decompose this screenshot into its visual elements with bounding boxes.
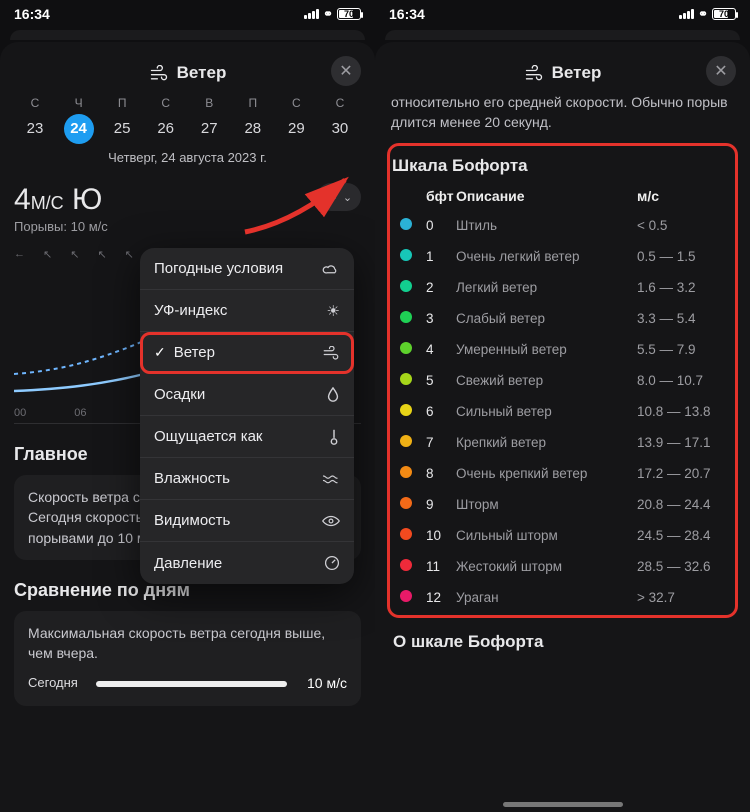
beaufort-dot	[400, 373, 412, 385]
gauge-icon	[324, 555, 340, 571]
dropdown-item-waves[interactable]: Влажность	[140, 458, 354, 500]
chart-xlabel: 00	[14, 407, 26, 419]
beaufort-title: Шкала Бофорта	[392, 156, 733, 176]
gust-info-text: относительно его средней скорости. Обычн…	[389, 90, 736, 143]
eye-icon	[322, 515, 340, 527]
beaufort-dot	[400, 404, 412, 416]
close-button[interactable]: ✕	[706, 56, 736, 86]
beaufort-row-6: 6Сильный ветер10.8 — 13.8	[392, 396, 733, 427]
day-30[interactable]: С30	[321, 96, 359, 144]
dropdown-item-drop[interactable]: Осадки	[140, 374, 354, 416]
dropdown-item-gauge[interactable]: Давление	[140, 542, 354, 584]
beaufort-dot	[400, 311, 412, 323]
compare-card: Максимальная скорость ветра сегодня выше…	[14, 611, 361, 706]
signal-icon	[304, 9, 319, 19]
battery-icon: 70	[712, 8, 736, 20]
day-27[interactable]: В27	[190, 96, 228, 144]
day-23[interactable]: С23	[16, 96, 54, 144]
waves-icon	[322, 472, 340, 486]
dropdown-item-therm[interactable]: Ощущается как	[140, 416, 354, 458]
status-time: 16:34	[14, 6, 50, 22]
beaufort-dot	[400, 466, 412, 478]
day-25[interactable]: П25	[103, 96, 141, 144]
beaufort-header-row: бфт Описание м/с	[392, 182, 733, 210]
compare-today-value: 10 м/с	[297, 673, 347, 693]
dropdown-item-eye[interactable]: Видимость	[140, 500, 354, 542]
beaufort-dot	[400, 218, 412, 230]
day-24[interactable]: Ч24	[60, 96, 98, 144]
beaufort-dot	[400, 280, 412, 292]
beaufort-row-2: 2Легкий ветер1.6 — 3.2	[392, 272, 733, 303]
beaufort-row-11: 11Жестокий шторм28.5 — 32.6	[392, 551, 733, 582]
status-time: 16:34	[389, 6, 425, 22]
beaufort-dot	[400, 528, 412, 540]
link-icon: ⚭	[323, 7, 333, 21]
metric-picker-button[interactable]: ⌄	[317, 183, 361, 211]
beaufort-row-1: 1Очень легкий ветер0.5 — 1.5	[392, 241, 733, 272]
sun-icon: ☀︎	[327, 302, 340, 320]
about-beaufort-title: О шкале Бофорта	[393, 632, 732, 652]
page-title: Ветер	[149, 63, 227, 83]
beaufort-row-7: 7Крепкий ветер13.9 — 17.1	[392, 427, 733, 458]
beaufort-dot	[400, 249, 412, 261]
beaufort-dot	[400, 342, 412, 354]
status-bar: 16:34 ⚭ 70	[0, 0, 375, 26]
day-29[interactable]: С29	[277, 96, 315, 144]
day-28[interactable]: П28	[234, 96, 272, 144]
beaufort-row-0: 0Штиль< 0.5	[392, 210, 733, 241]
wind-direction-arrows: ←↖↖↖↖	[14, 248, 134, 261]
therm-icon	[328, 428, 340, 446]
beaufort-section-highlight: Шкала Бофорта бфт Описание м/с 0Штиль< 0…	[387, 143, 738, 618]
check-icon: ✓	[154, 344, 166, 361]
status-bar: 16:34 ⚭ 70	[375, 0, 750, 26]
battery-icon: 70	[337, 8, 361, 20]
beaufort-row-10: 10Сильный шторм24.5 — 28.4	[392, 520, 733, 551]
gust-label: Порывы: 10 м/с	[14, 219, 108, 234]
beaufort-row-5: 5Свежий ветер8.0 — 10.7	[392, 365, 733, 396]
metric-dropdown[interactable]: Погодные условияУФ-индекс☀︎✓ВетерОсадкиО…	[140, 248, 354, 584]
signal-icon	[679, 9, 694, 19]
beaufort-dot	[400, 559, 412, 571]
drop-icon	[326, 387, 340, 403]
wind-icon	[149, 65, 169, 81]
compare-bar	[96, 681, 287, 687]
dropdown-item-cloud[interactable]: Погодные условия	[140, 248, 354, 290]
dropdown-item-sun[interactable]: УФ-индекс☀︎	[140, 290, 354, 332]
phone-left: 16:34 ⚭ 70 Ветер ✕ С23Ч24П25С26В27П28С29…	[0, 0, 375, 812]
beaufort-dot	[400, 497, 412, 509]
page-title: Ветер	[524, 63, 602, 83]
wind-reading: 4М/С Ю	[14, 183, 108, 217]
wind-icon	[524, 65, 544, 81]
phone-right: 16:34 ⚭ 70 Ветер ✕ относительно его сред…	[375, 0, 750, 812]
compare-today-label: Сегодня	[28, 674, 86, 693]
chevron-down-icon: ⌄	[343, 191, 352, 204]
beaufort-dot	[400, 590, 412, 602]
beaufort-row-3: 3Слабый ветер3.3 — 5.4	[392, 303, 733, 334]
link-icon: ⚭	[698, 7, 708, 21]
date-full: Четверг, 24 августа 2023 г.	[14, 150, 361, 165]
dropdown-item-wind[interactable]: ✓Ветер	[140, 332, 354, 374]
beaufort-row-8: 8Очень крепкий ветер17.2 — 20.7	[392, 458, 733, 489]
close-button[interactable]: ✕	[331, 56, 361, 86]
day-26[interactable]: С26	[147, 96, 185, 144]
beaufort-row-9: 9Шторм20.8 — 24.4	[392, 489, 733, 520]
beaufort-dot	[400, 435, 412, 447]
wind-icon	[322, 346, 340, 360]
home-indicator[interactable]	[503, 802, 623, 807]
beaufort-row-4: 4Умеренный ветер5.5 — 7.9	[392, 334, 733, 365]
chart-xlabel: 06	[74, 407, 86, 419]
beaufort-row-12: 12Ураган> 32.7	[392, 582, 733, 613]
cloud-icon	[322, 262, 340, 276]
